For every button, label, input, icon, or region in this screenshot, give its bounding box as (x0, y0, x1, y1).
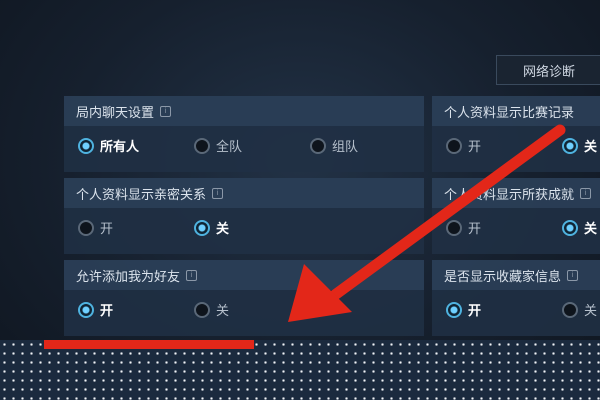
annotation-arrow-icon (288, 124, 566, 322)
